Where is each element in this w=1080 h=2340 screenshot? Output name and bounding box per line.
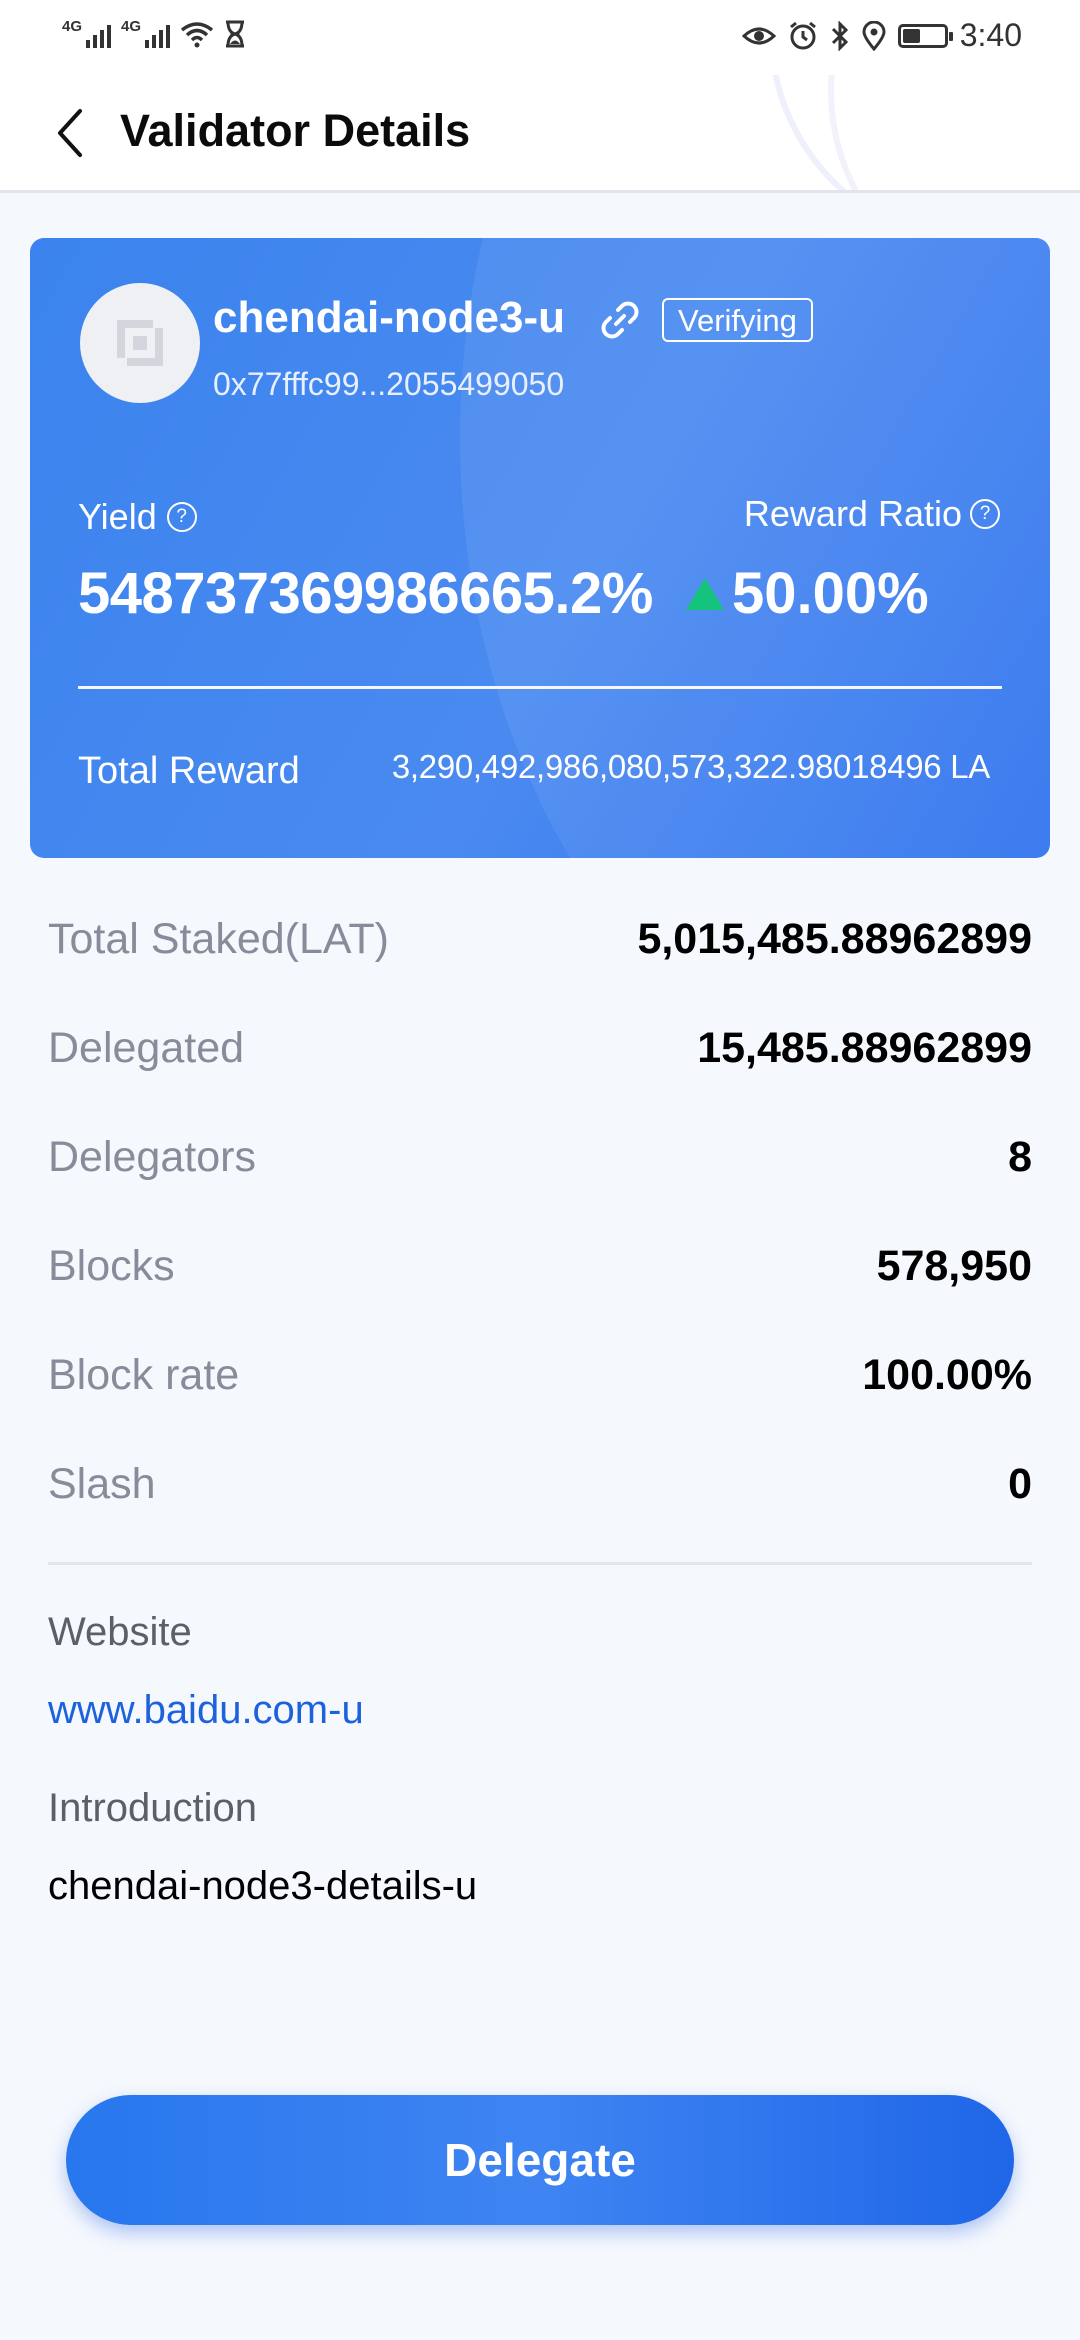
card-divider — [78, 686, 1002, 689]
stat-value: 8 — [1008, 1133, 1032, 1181]
list-item: Block rate 100.00% — [48, 1321, 1032, 1430]
stat-label: Block rate — [48, 1351, 240, 1399]
stat-value: 5,015,485.88962899 — [637, 915, 1032, 963]
website-link[interactable]: www.baidu.com-u — [48, 1688, 477, 1738]
signal-icon: 4G — [62, 18, 112, 48]
validator-address: 0x77fffc99...2055499050 — [213, 366, 565, 402]
back-arrow-icon — [58, 109, 82, 157]
reward-ratio-label-group: Reward Ratio ? — [744, 493, 1000, 535]
section-divider — [48, 1562, 1032, 1565]
app-header: Validator Details — [0, 75, 1080, 193]
link-icon[interactable] — [598, 298, 642, 342]
network-type-label: 4G — [121, 18, 142, 35]
status-time: 3:40 — [959, 17, 1022, 53]
delegate-button[interactable]: Delegate — [66, 2095, 1014, 2225]
validator-info: Website www.baidu.com-u Introduction che… — [48, 1610, 477, 1914]
network-type-label: 4G — [62, 18, 83, 35]
list-item: Total Staked(LAT) 5,015,485.88962899 — [48, 885, 1032, 994]
introduction-label: Introduction — [48, 1786, 258, 1830]
status-left: 4G 4G — [62, 18, 246, 48]
website-label: Website — [48, 1610, 192, 1654]
help-icon[interactable]: ? — [970, 499, 1000, 529]
battery-icon — [897, 23, 953, 48]
hourglass-icon — [226, 20, 245, 48]
wifi-icon — [180, 22, 214, 48]
page-title: Validator Details — [120, 105, 471, 156]
node-logo-icon — [117, 320, 163, 366]
stat-label: Delegators — [48, 1133, 256, 1181]
introduction-text: chendai-node3-details-u — [48, 1864, 478, 1908]
validator-name: chendai-node3-u — [213, 293, 566, 342]
validator-card: chendai-node3-u Verifying 0x77fffc99...2… — [30, 238, 1050, 858]
help-icon[interactable]: ? — [166, 502, 197, 532]
stat-label: Blocks — [48, 1242, 175, 1290]
total-reward-value: 3,290,492,986,080,573,322.98018496 LA — [391, 748, 990, 785]
status-right: 3:40 — [741, 17, 1022, 54]
stat-label: Slash — [48, 1460, 156, 1508]
list-item: Delegators 8 — [48, 1103, 1032, 1212]
yield-label-group: Yield ? — [78, 496, 197, 538]
eye-icon — [741, 27, 776, 44]
stat-label: Total Staked(LAT) — [48, 915, 389, 963]
trend-up-icon — [686, 578, 724, 610]
back-button[interactable] — [50, 103, 100, 163]
alarm-icon — [789, 21, 816, 49]
list-item: Delegated 15,485.88962899 — [48, 994, 1032, 1103]
location-icon — [862, 20, 886, 51]
total-reward-label: Total Reward — [78, 750, 300, 792]
stat-label: Delegated — [48, 1024, 245, 1072]
reward-ratio-value: 50.00% — [732, 561, 929, 626]
list-item: Blocks 578,950 — [48, 1212, 1032, 1321]
stats-list: Total Staked(LAT) 5,015,485.88962899 Del… — [48, 885, 1032, 1539]
reward-ratio-label: Reward Ratio — [743, 493, 962, 534]
stat-value: 100.00% — [862, 1351, 1032, 1399]
yield-value: 548737369986665.2% — [78, 561, 653, 626]
bluetooth-icon — [831, 20, 848, 51]
status-badge: Verifying — [662, 298, 813, 342]
list-item: Slash 0 — [48, 1430, 1032, 1539]
stat-value: 578,950 — [876, 1242, 1032, 1290]
validator-avatar — [80, 283, 200, 403]
status-bar: 4G 4G 3:40 — [0, 0, 1080, 75]
yield-label: Yield — [78, 496, 157, 537]
stat-value: 15,485.88962899 — [697, 1024, 1032, 1072]
stat-value: 0 — [1008, 1460, 1032, 1508]
signal-icon: 4G — [121, 18, 171, 48]
